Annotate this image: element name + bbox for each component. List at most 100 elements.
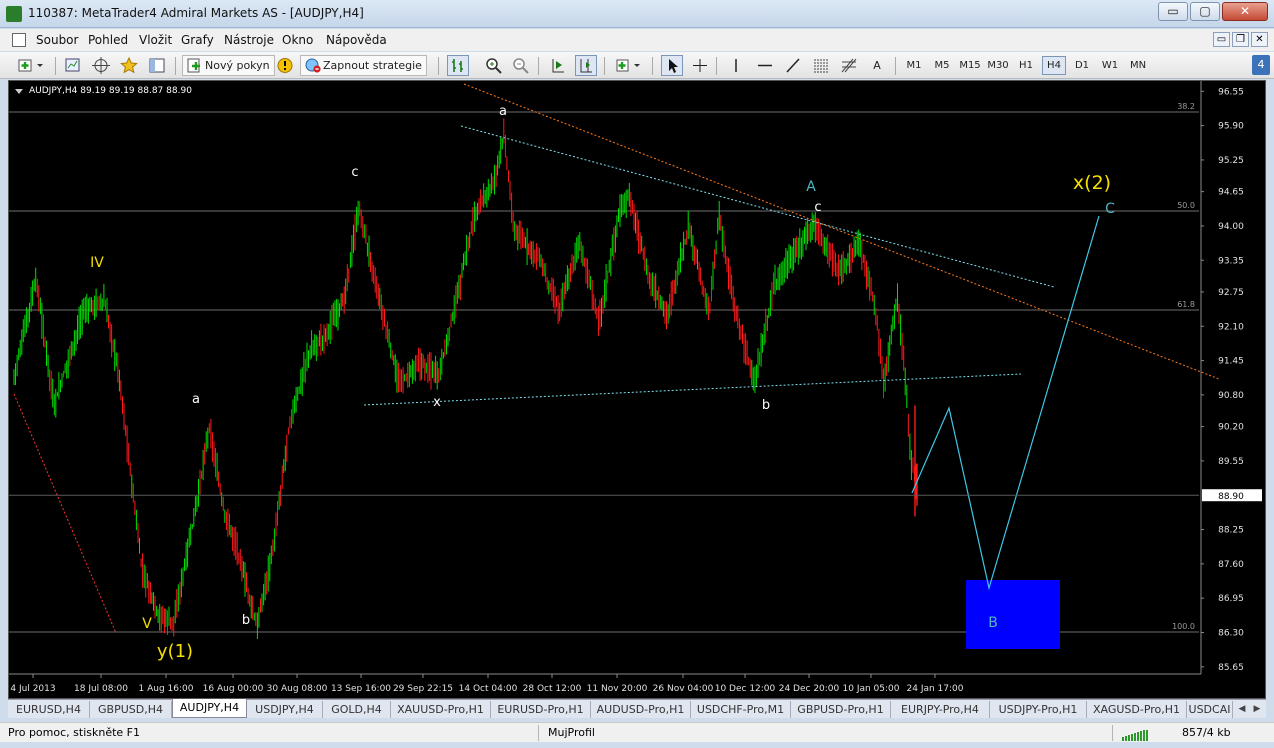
menu-soubor[interactable]: Soubor [36, 33, 78, 47]
new-order-button[interactable]: Nový pokyn [182, 55, 275, 76]
timeframe-h1-button[interactable]: H1 [1014, 56, 1038, 75]
wave-label-big-a: A [806, 179, 816, 195]
vertical-line-button[interactable] [725, 55, 747, 76]
cursor-button[interactable] [661, 55, 683, 76]
bar-chart-button[interactable] [447, 55, 469, 76]
tab-gbpusd-pro-h1[interactable]: GBPUSD-Pro,H1 [791, 701, 891, 718]
menu-napoveda[interactable]: Nápověda [326, 33, 387, 47]
indicators-button[interactable] [612, 55, 646, 76]
price-label: 93.35 [1218, 256, 1244, 266]
tab-eurusd-h4[interactable]: EURUSD,H4 [8, 701, 90, 718]
close-button[interactable]: ✕ [1222, 2, 1268, 21]
tab-audjpy-h4[interactable]: AUDJPY,H4 [172, 699, 247, 718]
tab-usdjpy-h4[interactable]: USDJPY,H4 [247, 701, 323, 718]
timeframe-m5-button[interactable]: M5 [930, 56, 954, 75]
current-price-label: 88.90 [1218, 492, 1244, 502]
menu-vlozit[interactable]: Vložit [139, 33, 172, 47]
time-label: 10 Dec 12:00 [715, 684, 776, 694]
timeframe-mn-button[interactable]: MN [1126, 56, 1150, 75]
chart-shift-button[interactable] [575, 55, 597, 76]
menu-pohled[interactable]: Pohled [88, 33, 128, 47]
wave-label-c1: c [351, 165, 358, 180]
terminal-icon [149, 58, 165, 73]
timeframe-m15-button[interactable]: M15 [958, 56, 982, 75]
toolbar-separator [604, 57, 605, 75]
menu-okno[interactable]: Okno [282, 33, 313, 47]
crosshair-nav-button[interactable] [90, 55, 112, 76]
timeframe-m30-button[interactable]: M30 [986, 56, 1010, 75]
crosshair-icon [92, 57, 110, 74]
chart-window[interactable]: 38.2 50.0 61.8 100.0 IV Vy(1) a b c x a b c A B Cx(2) … [8, 80, 1266, 699]
tab-scroll-right-button[interactable]: ▶ [1250, 702, 1264, 717]
mdi-minimize-button[interactable]: ▭ [1213, 32, 1230, 47]
price-label: 86.30 [1218, 629, 1244, 639]
menu-grafy[interactable]: Grafy [181, 33, 214, 47]
toolbar-separator [175, 57, 176, 75]
autotrading-button[interactable]: Zapnout strategie [300, 55, 427, 76]
minimize-button[interactable]: ▭ [1158, 2, 1188, 21]
crosshair-button[interactable] [689, 55, 711, 76]
time-label: 11 Nov 20:00 [587, 684, 648, 694]
tab-gold-h4[interactable]: GOLD,H4 [323, 701, 391, 718]
channel-icon [814, 59, 828, 73]
price-chart[interactable]: 38.250.061.8100.0 IVVy(1)abcxabcABCx(2) … [9, 81, 1265, 698]
tab-gbpusd-h4[interactable]: GBPUSD,H4 [90, 701, 172, 718]
profiles-button[interactable] [62, 55, 84, 76]
trendline-button[interactable] [782, 55, 804, 76]
terminal-button[interactable] [146, 55, 168, 76]
maximize-button[interactable]: ▢ [1190, 2, 1220, 21]
channel-button[interactable] [810, 55, 832, 76]
zoom-in-icon [486, 58, 502, 74]
auto-scroll-icon [552, 59, 564, 73]
price-label: 91.45 [1218, 357, 1244, 367]
toolbar: Nový pokyn Zapnout strategie A M1 M5 M15… [0, 52, 1274, 79]
status-help: Pro pomoc, stiskněte F1 [8, 726, 140, 739]
bar-chart-icon [452, 59, 463, 72]
tab-scroll-left-button[interactable]: ◀ [1235, 702, 1249, 717]
new-order-label: Nový pokyn [205, 59, 270, 72]
price-label: 94.00 [1218, 222, 1244, 232]
zoom-out-button[interactable] [510, 55, 532, 76]
tab-usdcai[interactable]: USDCAI [1187, 701, 1233, 718]
horizontal-line-button[interactable] [754, 55, 776, 76]
target-box [966, 580, 1060, 649]
menu-nastroje[interactable]: Nástroje [224, 33, 274, 47]
timeframe-w1-button[interactable]: W1 [1098, 56, 1122, 75]
timeframe-m1-button[interactable]: M1 [902, 56, 926, 75]
document-icon[interactable] [12, 33, 26, 47]
favorites-button[interactable] [118, 55, 140, 76]
time-label: 28 Oct 12:00 [523, 684, 582, 694]
toolbar-separator [55, 57, 56, 75]
tab-audusd-pro-h1[interactable]: AUDUSD-Pro,H1 [591, 701, 691, 718]
chart-tabs: EURUSD,H4 GBPUSD,H4 AUDJPY,H4 USDJPY,H4 … [8, 699, 1266, 718]
alert-button[interactable] [274, 55, 296, 76]
mdi-restore-button[interactable]: ❐ [1232, 32, 1249, 47]
auto-scroll-button[interactable] [547, 55, 569, 76]
time-label: 24 Dec 20:00 [779, 684, 840, 694]
status-profile[interactable]: MujProfil [548, 726, 595, 739]
time-label: 16 Aug 00:00 [203, 684, 264, 694]
zoom-in-button[interactable] [483, 55, 505, 76]
tab-xauusd-pro-h1[interactable]: XAUUSD-Pro,H1 [391, 701, 491, 718]
menu-bar: Soubor Pohled Vložit Grafy Nástroje Okno… [0, 29, 1274, 51]
notification-badge[interactable]: 4 [1252, 55, 1270, 75]
text-tool-button[interactable]: A [866, 55, 888, 76]
timeframe-d1-button[interactable]: D1 [1070, 56, 1094, 75]
price-label: 95.90 [1218, 122, 1244, 132]
tab-eurjpy-pro-h4[interactable]: EURJPY-Pro,H4 [891, 701, 990, 718]
tab-xagusd-pro-h1[interactable]: XAGUSD-Pro,H1 [1087, 701, 1187, 718]
warning-icon [277, 58, 293, 73]
price-label: 96.55 [1218, 87, 1244, 97]
new-chart-button[interactable] [14, 55, 48, 76]
tab-usdchf-pro-m1[interactable]: USDCHF-Pro,M1 [691, 701, 791, 718]
profiles-icon [65, 58, 80, 72]
price-label: 87.60 [1218, 560, 1244, 570]
wave-label-a1: a [192, 392, 200, 407]
fibonacci-button[interactable] [838, 55, 860, 76]
timeframe-h4-button[interactable]: H4 [1042, 56, 1066, 75]
toolbar-separator [538, 57, 539, 75]
fib-level-label: 61.8 [1177, 300, 1195, 309]
tab-usdjpy-pro-h1[interactable]: USDJPY-Pro,H1 [990, 701, 1087, 718]
mdi-close-button[interactable]: ✕ [1251, 32, 1268, 47]
tab-eurusd-pro-h1[interactable]: EURUSD-Pro,H1 [491, 701, 591, 718]
